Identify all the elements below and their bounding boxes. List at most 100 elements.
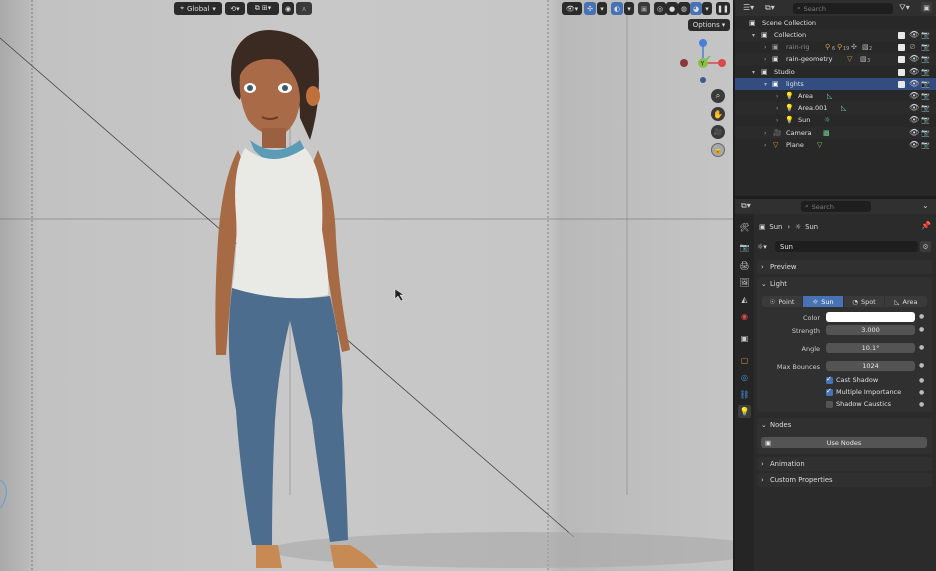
physics-tab-icon[interactable]: ◎ <box>738 371 751 384</box>
pin-icon[interactable]: 📌 <box>921 221 931 230</box>
keyframe-dot[interactable]: ● <box>919 362 924 369</box>
eye-icon[interactable]: 👁 <box>909 103 919 112</box>
display-mode-icon[interactable]: ⧉▾ <box>765 3 775 13</box>
render-camera-icon[interactable]: 📷 <box>921 55 930 63</box>
angle-field[interactable]: 10.1° <box>826 343 915 353</box>
preview-panel[interactable]: › Preview <box>757 260 932 274</box>
options-dropdown[interactable]: Options ▾ <box>688 19 730 31</box>
chevron-down-icon[interactable]: ⌄ <box>922 201 929 210</box>
shading-material[interactable]: ◍ <box>678 2 690 15</box>
use-nodes-button[interactable]: ▣ Use Nodes <box>761 437 927 448</box>
proportional-edit-toggle[interactable]: ◉ <box>282 2 294 15</box>
render-camera-icon[interactable]: 📷 <box>921 31 930 39</box>
zoom-icon[interactable]: ⌕ <box>711 89 725 103</box>
shadow-caustics-checkbox[interactable] <box>826 401 833 408</box>
lock-camera-icon[interactable]: 🔓 <box>711 143 725 157</box>
keyframe-dot[interactable]: ● <box>919 326 924 333</box>
outliner-row[interactable]: › ▣ rain-geometry ▽ ▧ 3 👁 📷 <box>735 53 936 65</box>
xray-toggle[interactable]: ▣ <box>638 2 650 15</box>
render-tab-icon[interactable]: 📷 <box>738 241 751 254</box>
shading-wireframe[interactable]: ◎ <box>654 2 666 15</box>
tool-tab-icon[interactable]: 🛠 <box>738 221 751 234</box>
outliner-row[interactable]: ▾ ▣ Studio 👁 📷 <box>735 66 936 78</box>
shading-rendered[interactable]: ◕ <box>690 2 702 15</box>
exclude-checkbox[interactable] <box>898 32 905 39</box>
output-tab-icon[interactable]: 🖨 <box>738 259 751 272</box>
overlays-dropdown[interactable]: ▾ <box>624 2 634 15</box>
outliner-row-selected[interactable]: ▾ ▣ lights 👁 📷 <box>735 78 936 90</box>
animation-panel[interactable]: › Animation <box>757 457 932 471</box>
keyframe-dot[interactable]: ● <box>919 377 924 384</box>
exclude-checkbox[interactable] <box>898 81 905 88</box>
overlays-toggle[interactable]: ◐ <box>611 2 623 15</box>
properties-search-input[interactable]: ⌕ Search <box>801 201 871 212</box>
custom-properties-panel[interactable]: › Custom Properties <box>757 473 932 487</box>
outliner-row[interactable]: › ▽ Plane ▽ 👁 📷 <box>735 139 936 151</box>
cast-shadow-checkbox[interactable] <box>826 375 833 384</box>
constraints-tab-icon[interactable]: ⛓ <box>738 388 751 401</box>
datablock-browse[interactable]: ☼ ▾ <box>757 241 777 252</box>
visibility-dropdown[interactable]: 👁▾ <box>562 2 582 15</box>
outliner-row[interactable]: › 🎥 Camera ▩ 👁 📷 <box>735 127 936 139</box>
editor-type-icon[interactable]: ⧉▾ <box>741 201 751 211</box>
collection-tab-icon[interactable]: ▣ <box>738 332 751 345</box>
eye-hidden-icon[interactable]: ⊘ <box>909 42 916 51</box>
scene-tab-icon[interactable]: ◭ <box>738 293 751 306</box>
camera-view-icon[interactable]: 🎥 <box>711 125 725 139</box>
outliner-row[interactable]: › 💡 Sun ☼ 👁 📷 <box>735 114 936 126</box>
render-camera-icon[interactable]: 📷 <box>921 104 930 112</box>
multiple-importance-checkbox[interactable] <box>826 387 833 396</box>
light-type-area[interactable]: ◺ Area <box>885 296 927 307</box>
exclude-checkbox[interactable] <box>898 56 905 63</box>
render-camera-icon[interactable]: 📷 <box>921 141 930 149</box>
object-tab-icon[interactable]: ▢ <box>738 354 751 367</box>
eye-icon[interactable]: 👁 <box>909 79 919 88</box>
outliner-row[interactable]: › 💡 Area ◺ 👁 📷 <box>735 90 936 102</box>
outliner-scene-collection[interactable]: ▣ Scene Collection <box>735 17 936 29</box>
pivot-point-dropdown[interactable]: ⟲▾ <box>225 2 245 15</box>
render-camera-icon[interactable]: 📷 <box>921 92 930 100</box>
eye-icon[interactable]: 👁 <box>909 67 919 76</box>
world-tab-icon[interactable]: ◉ <box>738 310 751 323</box>
eye-icon[interactable]: 👁 <box>909 54 919 63</box>
eye-icon[interactable]: 👁 <box>909 30 919 39</box>
falloff-dropdown[interactable]: ∧ <box>296 2 312 15</box>
fake-user-icon[interactable]: ⚙ <box>920 241 931 252</box>
max-bounces-field[interactable]: 1024 <box>826 361 915 371</box>
filter-icon[interactable]: ⛛▾ <box>899 3 910 13</box>
outliner-row[interactable]: › ▣ rain-rig ⚲ 6 ⚲ 19 ✣ ▧ 2 ⊘ 📷 <box>735 41 936 53</box>
gizmo-dropdown[interactable]: ▾ <box>597 2 607 15</box>
strength-field[interactable]: 3.000 <box>826 325 915 335</box>
render-camera-icon[interactable]: 📷 <box>921 43 930 51</box>
3d-viewport[interactable]: ⌖ Global ▾ ⟲▾ ⧉ ⊞▾ ◉ ∧ 👁▾ ✣ ▾ ◐ ▾ ▣ ◎ ● … <box>0 0 733 571</box>
exclude-checkbox[interactable] <box>898 44 905 51</box>
keyframe-dot[interactable]: ● <box>919 389 924 396</box>
render-camera-icon[interactable]: 📷 <box>921 116 930 124</box>
render-camera-icon[interactable]: 📷 <box>921 80 930 88</box>
shading-solid[interactable]: ● <box>666 2 678 15</box>
light-type-spot[interactable]: ◔ Spot <box>844 296 884 307</box>
color-swatch[interactable] <box>826 312 915 322</box>
outliner-row[interactable]: › 💡 Area.001 ◺ 👁 📷 <box>735 102 936 114</box>
snap-dropdown[interactable]: ⧉ ⊞▾ <box>247 2 279 15</box>
navigation-gizmo[interactable]: Y <box>676 36 732 84</box>
datablock-name-field[interactable]: Sun <box>775 241 918 252</box>
render-camera-icon[interactable]: 📷 <box>921 129 930 137</box>
editor-type-icon[interactable]: ☰▾ <box>743 3 754 12</box>
shading-dropdown[interactable]: ▾ <box>702 2 712 15</box>
keyframe-dot[interactable]: ● <box>919 313 924 320</box>
eye-icon[interactable]: 👁 <box>909 115 919 124</box>
light-type-sun[interactable]: ☼ Sun <box>803 296 843 307</box>
render-camera-icon[interactable]: 📷 <box>921 68 930 76</box>
hand-pan-icon[interactable]: ✋ <box>711 107 725 121</box>
eye-icon[interactable]: 👁 <box>909 91 919 100</box>
transform-orientation-dropdown[interactable]: ⌖ Global ▾ <box>174 2 222 15</box>
light-data-tab-icon[interactable]: 💡 <box>738 405 751 418</box>
eye-icon[interactable]: 👁 <box>909 128 919 137</box>
outliner-search-input[interactable]: ⌕ Search <box>793 3 893 14</box>
new-collection-icon[interactable]: ▣ <box>921 2 932 13</box>
keyframe-dot[interactable]: ● <box>919 344 924 351</box>
outliner-row[interactable]: ▾ ▣ Collection 👁 📷 <box>735 29 936 41</box>
gizmo-toggle[interactable]: ✣ <box>584 2 596 15</box>
pause-render-button[interactable]: ❚❚ <box>716 2 730 15</box>
